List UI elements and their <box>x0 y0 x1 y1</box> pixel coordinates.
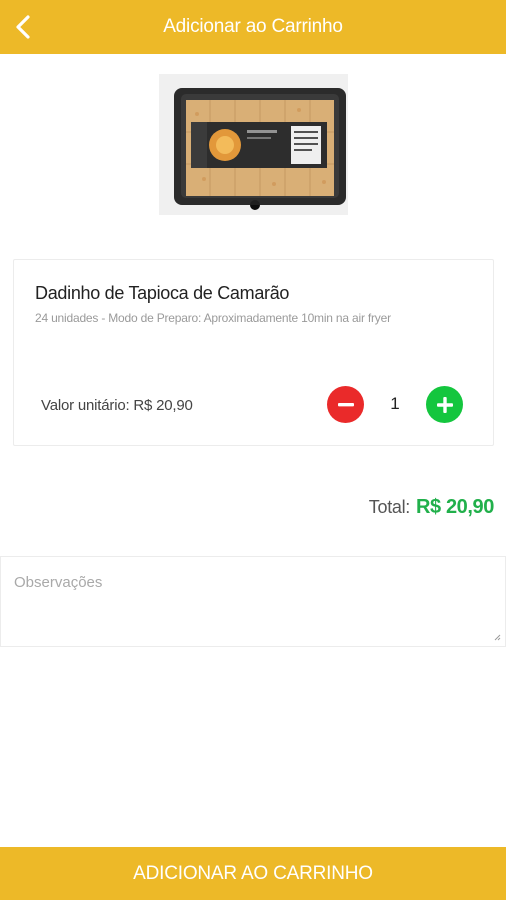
product-card: Dadinho de Tapioca de Camarão 24 unidade… <box>13 259 494 446</box>
plus-icon <box>436 396 453 413</box>
product-image <box>159 74 348 215</box>
total-value: R$ 20,90 <box>416 496 494 518</box>
minus-icon <box>337 402 354 406</box>
total-label: Total: <box>368 497 411 517</box>
resize-handle-icon[interactable] <box>493 633 501 641</box>
page-title: Adicionar ao Carrinho <box>163 16 343 37</box>
quantity-value: 1 <box>390 394 400 413</box>
add-to-cart-button[interactable]: ADICIONAR AO CARRINHO <box>0 847 506 900</box>
product-description: 24 unidades - Modo de Preparo: Aproximad… <box>35 311 391 325</box>
unit-price: Valor unitário: R$ 20,90 <box>41 397 193 414</box>
chevron-left-icon <box>16 15 30 39</box>
total-row: Total: R$ 20,90 <box>368 496 495 519</box>
add-to-cart-screen: Adicionar ao Carrinho Dadinho de Tapioca… <box>0 0 506 900</box>
app-header: Adicionar ao Carrinho <box>0 0 506 54</box>
notes-box <box>0 556 506 647</box>
increase-quantity-button[interactable] <box>426 386 463 423</box>
decrease-quantity-button[interactable] <box>327 386 364 423</box>
back-button[interactable] <box>6 9 40 45</box>
notes-input[interactable] <box>1 557 505 646</box>
product-name: Dadinho de Tapioca de Camarão <box>35 283 290 303</box>
